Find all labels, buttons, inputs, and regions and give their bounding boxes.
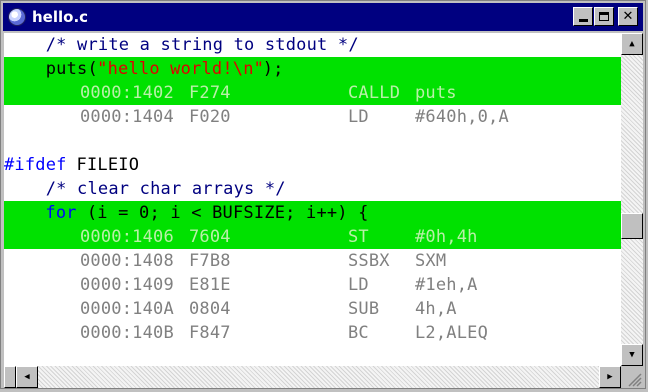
resize-grip[interactable] — [621, 366, 643, 388]
asm-opcode: F274 — [189, 83, 231, 103]
resize-grip-icon — [628, 373, 642, 387]
code-line[interactable]: /* write a string to stdout */ — [4, 33, 621, 57]
code-editor[interactable]: /* write a string to stdout */ puts("hel… — [4, 33, 621, 366]
code-line[interactable] — [4, 129, 621, 153]
close-icon: ✕ — [622, 9, 634, 24]
code-line-highlighted[interactable]: for (i = 0; i < BUFSIZE; i++) { — [4, 201, 621, 225]
asm-mnemonic: LD — [348, 107, 369, 127]
asm-address: 0000:140B — [80, 323, 174, 343]
source-text: (i = 0; i < BUFSIZE; i++) { — [76, 203, 369, 223]
comment-text: /* write a string to stdout */ — [4, 35, 359, 55]
asm-address: 0000:1404 — [80, 107, 174, 127]
horizontal-scroll-thumb[interactable] — [4, 366, 16, 388]
arrow-down-icon: ▼ — [629, 350, 635, 360]
scroll-up-button[interactable]: ▲ — [621, 33, 643, 55]
minimize-button[interactable] — [573, 7, 593, 26]
asm-operand: #640h,0,A — [415, 107, 509, 127]
asm-opcode: 7604 — [189, 227, 231, 247]
vertical-scrollbar[interactable]: ▲ ▼ — [621, 33, 643, 366]
asm-operand: SXM — [415, 251, 447, 271]
code-line[interactable]: 0000:1409 E81E LD #1eh,A — [4, 273, 621, 297]
code-line[interactable]: 0000:1404 F020 LD #640h,0,A — [4, 105, 621, 129]
keyword: for — [45, 203, 77, 223]
app-icon[interactable] — [8, 8, 26, 26]
asm-mnemonic: LD — [348, 275, 369, 295]
keyword: #ifdef — [4, 155, 67, 175]
asm-operand: #1eh,A — [415, 275, 478, 295]
asm-address: 0000:1406 — [80, 227, 174, 247]
asm-mnemonic: ST — [348, 227, 369, 247]
maximize-button[interactable] — [594, 7, 614, 26]
code-line[interactable]: #ifdef FILEIO — [4, 153, 621, 177]
scroll-down-button[interactable]: ▼ — [621, 344, 643, 366]
asm-address: 0000:1402 — [80, 83, 174, 103]
asm-address: 0000:140A — [80, 299, 174, 319]
source-text: ); — [262, 59, 284, 79]
source-window: hello.c ✕ /* write a string to stdout */… — [0, 0, 646, 389]
code-line[interactable]: 0000:140B F847 BC L2,ALEQ — [4, 321, 621, 345]
asm-operand: #0h,4h — [415, 227, 478, 247]
scroll-right-button[interactable]: ▶ — [599, 366, 621, 388]
horizontal-scrollbar[interactable]: ◀ ▶ — [4, 366, 621, 388]
code-line-highlighted[interactable]: 0000:1402 F274 CALLD puts — [4, 81, 621, 105]
string-literal: "hello world!\n" — [97, 59, 265, 79]
asm-address: 0000:1409 — [80, 275, 174, 295]
arrow-up-icon: ▲ — [629, 39, 635, 49]
comment-text: /* clear char arrays */ — [4, 179, 286, 199]
code-line[interactable]: /* clear char arrays */ — [4, 177, 621, 201]
code-line-highlighted[interactable]: 0000:1406 7604 ST #0h,4h — [4, 225, 621, 249]
arrow-left-icon: ◀ — [24, 372, 30, 382]
asm-mnemonic: SUB — [348, 299, 380, 319]
asm-address: 0000:1408 — [80, 251, 174, 271]
code-line[interactable]: 0000:1408 F7B8 SSBX SXM — [4, 249, 621, 273]
asm-opcode: F7B8 — [189, 251, 231, 271]
source-text: FILEIO — [66, 155, 140, 175]
maximize-icon — [599, 12, 609, 21]
asm-opcode: F020 — [189, 107, 231, 127]
source-text — [4, 202, 46, 224]
code-line[interactable]: 0000:140A 0804 SUB 4h,A — [4, 297, 621, 321]
asm-operand: 4h,A — [415, 299, 457, 319]
asm-opcode: E81E — [189, 275, 231, 295]
window-title: hello.c — [32, 8, 89, 26]
asm-opcode: F847 — [189, 323, 231, 343]
asm-opcode: 0804 — [189, 299, 231, 319]
close-button[interactable]: ✕ — [618, 7, 638, 26]
asm-mnemonic: SSBX — [348, 251, 390, 271]
code-line-highlighted[interactable]: puts("hello world!\n"); — [4, 57, 621, 81]
asm-mnemonic: BC — [348, 323, 369, 343]
arrow-right-icon: ▶ — [607, 372, 613, 382]
title-bar[interactable]: hello.c ✕ — [3, 3, 643, 31]
asm-mnemonic: CALLD — [348, 83, 401, 103]
source-text: puts( — [4, 59, 98, 79]
asm-operand: puts — [415, 83, 457, 103]
scroll-left-button[interactable]: ◀ — [16, 366, 38, 388]
vertical-scroll-thumb[interactable] — [621, 212, 643, 239]
asm-operand: L2,ALEQ — [415, 323, 489, 343]
minimize-icon — [578, 19, 588, 22]
